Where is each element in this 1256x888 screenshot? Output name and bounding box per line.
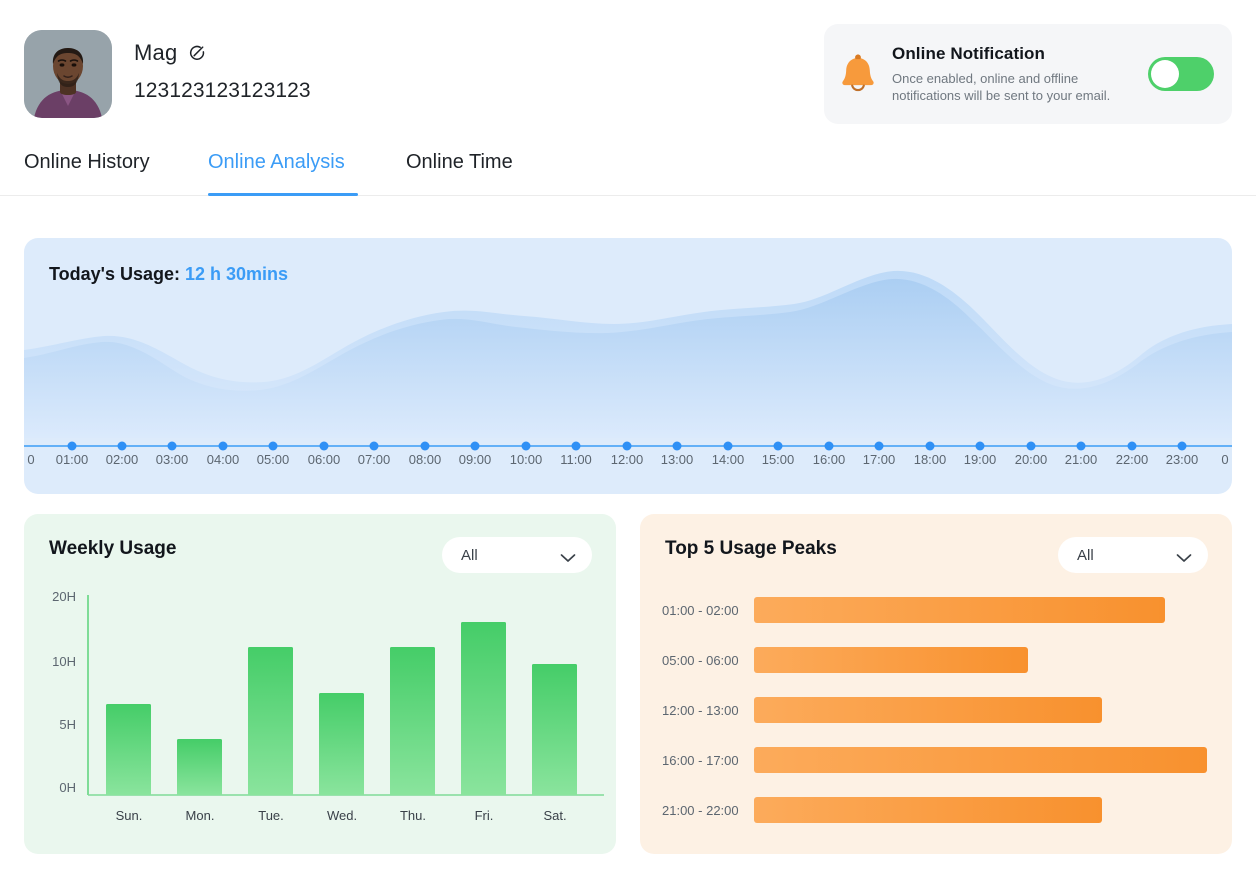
tab-online-history[interactable]: Online History [24,140,150,196]
axis-tick-label: 01:00 [55,452,89,467]
peak-bar [754,747,1207,773]
tab-label: Online Time [406,151,513,173]
axis-tick-label: 20:00 [1014,452,1048,467]
axis-tick-label: 18:00 [913,452,947,467]
top-usage-peaks-title: Top 5 Usage Peaks [665,538,837,559]
peak-row: 05:00 - 06:00 [640,646,1232,674]
peak-row: 01:00 - 02:00 [640,596,1232,624]
profile-name: Mag [134,40,178,65]
axis-tick-label: 0 [1221,452,1229,467]
axis-tick-label: 16:00 [812,452,846,467]
weekly-usage-panel: Weekly Usage All 20H 10H 5H 0H Sun. Mon.… [24,514,616,854]
axis-tick-label: 13:00 [660,452,694,467]
weekly-y-tick-label: 10H [52,654,76,669]
axis-tick-label: 03:00 [155,452,189,467]
peak-range-label: 01:00 - 02:00 [662,602,739,618]
todays-usage-title: Today's Usage: 12 h 30mins [49,264,288,285]
avatar[interactable] [24,30,112,118]
usage-axis-labels: 0 01:00 02:00 03:00 04:00 05:00 06:00 07… [24,452,1232,476]
peak-bar [754,697,1102,723]
todays-usage-card: 0 01:00 02:00 03:00 04:00 05:00 06:00 07… [24,238,1232,494]
todays-usage-value: 12 h 30mins [185,264,289,284]
axis-tick-label: 19:00 [963,452,997,467]
edit-pencil-circle-icon[interactable] [188,44,206,62]
peak-row: 12:00 - 13:00 [640,696,1232,724]
tab-label: Online Analysis [208,151,345,173]
weekly-y-tick-label: 20H [52,589,76,604]
bell-icon [838,52,878,96]
tab-bar: Online History Online Analysis Online Ti… [0,140,1256,196]
todays-usage-label: Today's Usage: [49,264,180,284]
peak-range-label: 21:00 - 22:00 [662,802,739,818]
axis-tick-label: 04:00 [206,452,240,467]
top-usage-peaks-panel: Top 5 Usage Peaks All 01:00 - 02:00 05:0… [640,514,1232,854]
axis-tick-label: 02:00 [105,452,139,467]
profile-block: Mag 123123123123123 [24,30,311,118]
weekly-x-tick-label: Tue. [258,808,284,823]
peak-bar [754,797,1102,823]
tab-label: Online History [24,151,150,173]
axis-tick-label: 11:00 [560,452,592,467]
tab-online-time[interactable]: Online Time [406,140,513,196]
online-analysis-page: Mag 123123123123123 Online Notification … [0,0,1256,888]
axis-tick-label: 14:00 [711,452,745,467]
toggle-knob [1151,60,1179,88]
axis-tick-label: 12:00 [610,452,644,467]
peaks-filter-value: All [1077,546,1094,564]
peak-range-label: 05:00 - 06:00 [662,652,739,668]
weekly-usage-bar-chart [24,514,616,854]
axis-tick-label: 23:00 [1165,452,1199,467]
peaks-filter-select[interactable]: All [1058,537,1208,573]
axis-tick-label: 10:00 [509,452,543,467]
axis-tick-label: 06:00 [307,452,341,467]
peak-row: 16:00 - 17:00 [640,746,1232,774]
peak-range-label: 16:00 - 17:00 [662,752,739,768]
notification-description: Once enabled, online and offline notific… [892,71,1111,103]
axis-tick-label: 08:00 [408,452,442,467]
page-header: Mag 123123123123123 Online Notification … [0,0,1256,136]
axis-tick-label: 22:00 [1115,452,1149,467]
tab-online-analysis[interactable]: Online Analysis [208,140,358,196]
axis-tick-label: 05:00 [256,452,290,467]
profile-user-id: 123123123123123 [134,79,311,102]
weekly-x-tick-label: Fri. [474,808,494,823]
notification-title: Online Notification [892,44,1046,63]
axis-tick-label: 0 [27,452,35,467]
profile-text: Mag 123123123123123 [134,30,311,103]
weekly-x-tick-label: Sun. [115,808,143,823]
weekly-x-tick-label: Mon. [185,808,215,823]
peak-bar [754,647,1028,673]
notification-text: Online Notification Once enabled, online… [892,44,1142,104]
peak-row: 21:00 - 22:00 [640,796,1232,824]
peak-bar [754,597,1165,623]
weekly-y-tick-label: 0H [59,780,76,795]
name-row: Mag [134,40,311,66]
weekly-x-tick-label: Sat. [543,808,567,823]
weekly-x-tick-label: Wed. [326,808,358,823]
peak-range-label: 12:00 - 13:00 [662,702,739,718]
axis-tick-label: 15:00 [761,452,795,467]
weekly-x-tick-label: Thu. [399,808,427,823]
weekly-y-tick-label: 5H [59,717,76,732]
notification-toggle[interactable] [1148,57,1214,91]
chevron-down-icon [1176,550,1192,562]
axis-tick-label: 21:00 [1064,452,1098,467]
axis-tick-label: 17:00 [862,452,896,467]
axis-tick-label: 07:00 [357,452,391,467]
axis-tick-label: 09:00 [458,452,492,467]
online-notification-card: Online Notification Once enabled, online… [824,24,1232,124]
